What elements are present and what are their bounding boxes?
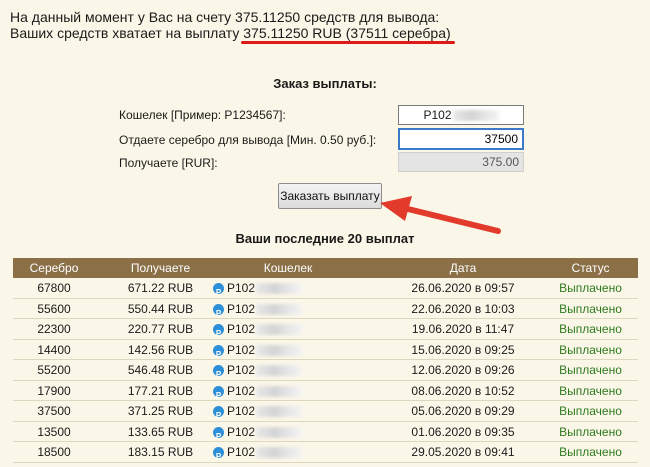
cell-wallet: P P102 [213,442,363,462]
cell-silver: 37500 [37,404,71,418]
cell-wallet-value: P102 [227,424,256,439]
cell-date: 12.06.2020 в 09:26 [411,363,515,377]
cell-wallet: P P102 [213,340,363,360]
receive-label: Получаете [RUR]: [119,156,218,170]
table-row: 22300 220.77 RUB P P102 19.06.2020 в 11:47 Вы… [13,319,638,340]
cell-date: 22.06.2020 в 10:03 [411,301,515,316]
cell-silver: 17900 [37,383,71,398]
cell-amount: 133.65 RUB [127,424,194,439]
wallet-input[interactable]: P102 [398,105,524,125]
table-row: 55600 550.44 RUB P P102 22.06.2020 в 10:03 Вы… [13,299,638,319]
payeer-icon: P [213,283,224,297]
cell-status: Выплачено [559,342,622,357]
header-amount: Получаете [130,261,191,275]
cell-date: 05.06.2020 в 09:29 [411,404,515,418]
cell-silver: 18500 [37,445,71,459]
cell-date: 08.06.2020 в 10:52 [411,383,515,398]
payeer-icon: P [213,365,224,379]
silver-label: Отдаете серебро для вывода [Мин. 0.50 ру… [119,133,377,147]
cell-status: Выплачено [559,383,622,398]
cell-amount: 183.15 RUB [127,445,194,459]
table-row: 17900 177.21 RUB P P102 08.06.2020 в 10:52 Вы… [13,381,638,401]
header-date: Дата [449,261,477,275]
cell-date: 29.05.2020 в 09:41 [411,445,515,459]
cell-wallet: P P102 [213,360,363,380]
cell-wallet: P P102 [213,299,363,319]
table-row: 37500 371.25 RUB P P102 05.06.2020 в 09:29 Вы… [13,401,638,422]
cell-status: Выплачено [559,301,622,316]
payeer-icon: P [213,406,224,420]
cell-wallet-value: P102 [227,342,256,357]
cell-status: Выплачено [559,322,622,336]
cell-status: Выплачено [559,363,622,377]
cell-wallet: P P102 [213,381,363,401]
header-silver: Серебро [29,261,79,275]
cell-amount: 142.56 RUB [127,342,194,357]
cell-status: Выплачено [559,404,622,418]
cell-wallet-value: P102 [227,322,256,336]
wallet-label: Кошелек [Пример: P1234567]: [119,108,286,122]
header-status: Статус [571,261,610,275]
order-payout-button[interactable]: Заказать выплату [278,183,382,209]
form-title: Заказ выплаты: [273,76,377,91]
cell-amount: 550.44 RUB [127,301,194,316]
cell-silver: 55600 [37,301,71,316]
cell-silver: 55200 [37,363,71,377]
balance-line: На данный момент у Вас на счету 375.1125… [10,9,440,25]
cell-wallet: P P102 [213,401,363,421]
cell-amount: 671.22 RUB [127,281,194,295]
cell-amount: 371.25 RUB [127,404,194,418]
cell-date: 01.06.2020 в 09:35 [411,424,515,439]
cell-wallet-value: P102 [227,383,256,398]
red-arrow-annotation [380,196,501,234]
payout-capacity-prefix: Ваших средств хватает на выплату [10,25,244,41]
cell-wallet: P P102 [213,422,363,442]
cell-date: 15.06.2020 в 09:25 [411,342,515,357]
table-row: 13500 133.65 RUB P P102 01.06.2020 в 09:35 Вы… [13,422,638,442]
header-wallet: Кошелек [263,261,313,275]
table-row: 55200 546.48 RUB P P102 12.06.2020 в 09:26 Вы… [13,360,638,381]
payeer-icon: P [213,385,224,400]
cell-date: 26.06.2020 в 09:57 [411,281,515,295]
balance-info: На данный момент у Вас на счету 375.1125… [10,9,451,41]
payout-capacity-line: Ваших средств хватает на выплату 375.112… [10,25,451,41]
cell-amount: 220.77 RUB [127,322,194,336]
cell-wallet-value: P102 [227,281,256,295]
payeer-icon: P [213,303,224,318]
cell-status: Выплачено [559,281,622,295]
payeer-icon: P [213,426,224,441]
payouts-title: Ваши последние 20 выплат [235,231,415,246]
cell-silver: 22300 [37,322,71,336]
cell-status: Выплачено [559,445,622,459]
cell-silver: 14400 [37,342,71,357]
payouts-table-header: Серебро Получаете Кошелек Дата Статус [13,258,638,278]
table-row: 67800 671.22 RUB P P102 26.06.2020 в 09:57 Вы… [13,278,638,299]
cell-wallet-value: P102 [227,301,256,316]
wallet-input-value: P102 [423,108,452,122]
payeer-icon: P [213,324,224,338]
payout-capacity-amount: 375.11250 RUB (37511 серебра) [243,25,451,41]
cell-status: Выплачено [559,424,622,439]
silver-amount-input[interactable] [398,128,524,150]
cell-silver: 67800 [37,281,71,295]
table-row: 14400 142.56 RUB P P102 15.06.2020 в 09:25 Вы… [13,340,638,360]
cell-amount: 546.48 RUB [127,363,194,377]
cell-date: 19.06.2020 в 11:47 [411,322,515,336]
table-row: 18500 183.15 RUB P P102 29.05.2020 в 09:41 Вы… [13,442,638,463]
payouts-table-body: 67800 671.22 RUB P P102 26.06.2020 в 09:57 Вы… [13,278,638,463]
cell-wallet: P P102 [213,278,363,298]
receive-amount-field [398,152,524,172]
cell-wallet-value: P102 [227,363,256,377]
cell-silver: 13500 [37,424,71,439]
cell-wallet-value: P102 [227,404,256,418]
cell-wallet: P P102 [213,319,363,339]
payeer-icon: P [213,344,224,359]
cell-amount: 177.21 RUB [127,383,194,398]
